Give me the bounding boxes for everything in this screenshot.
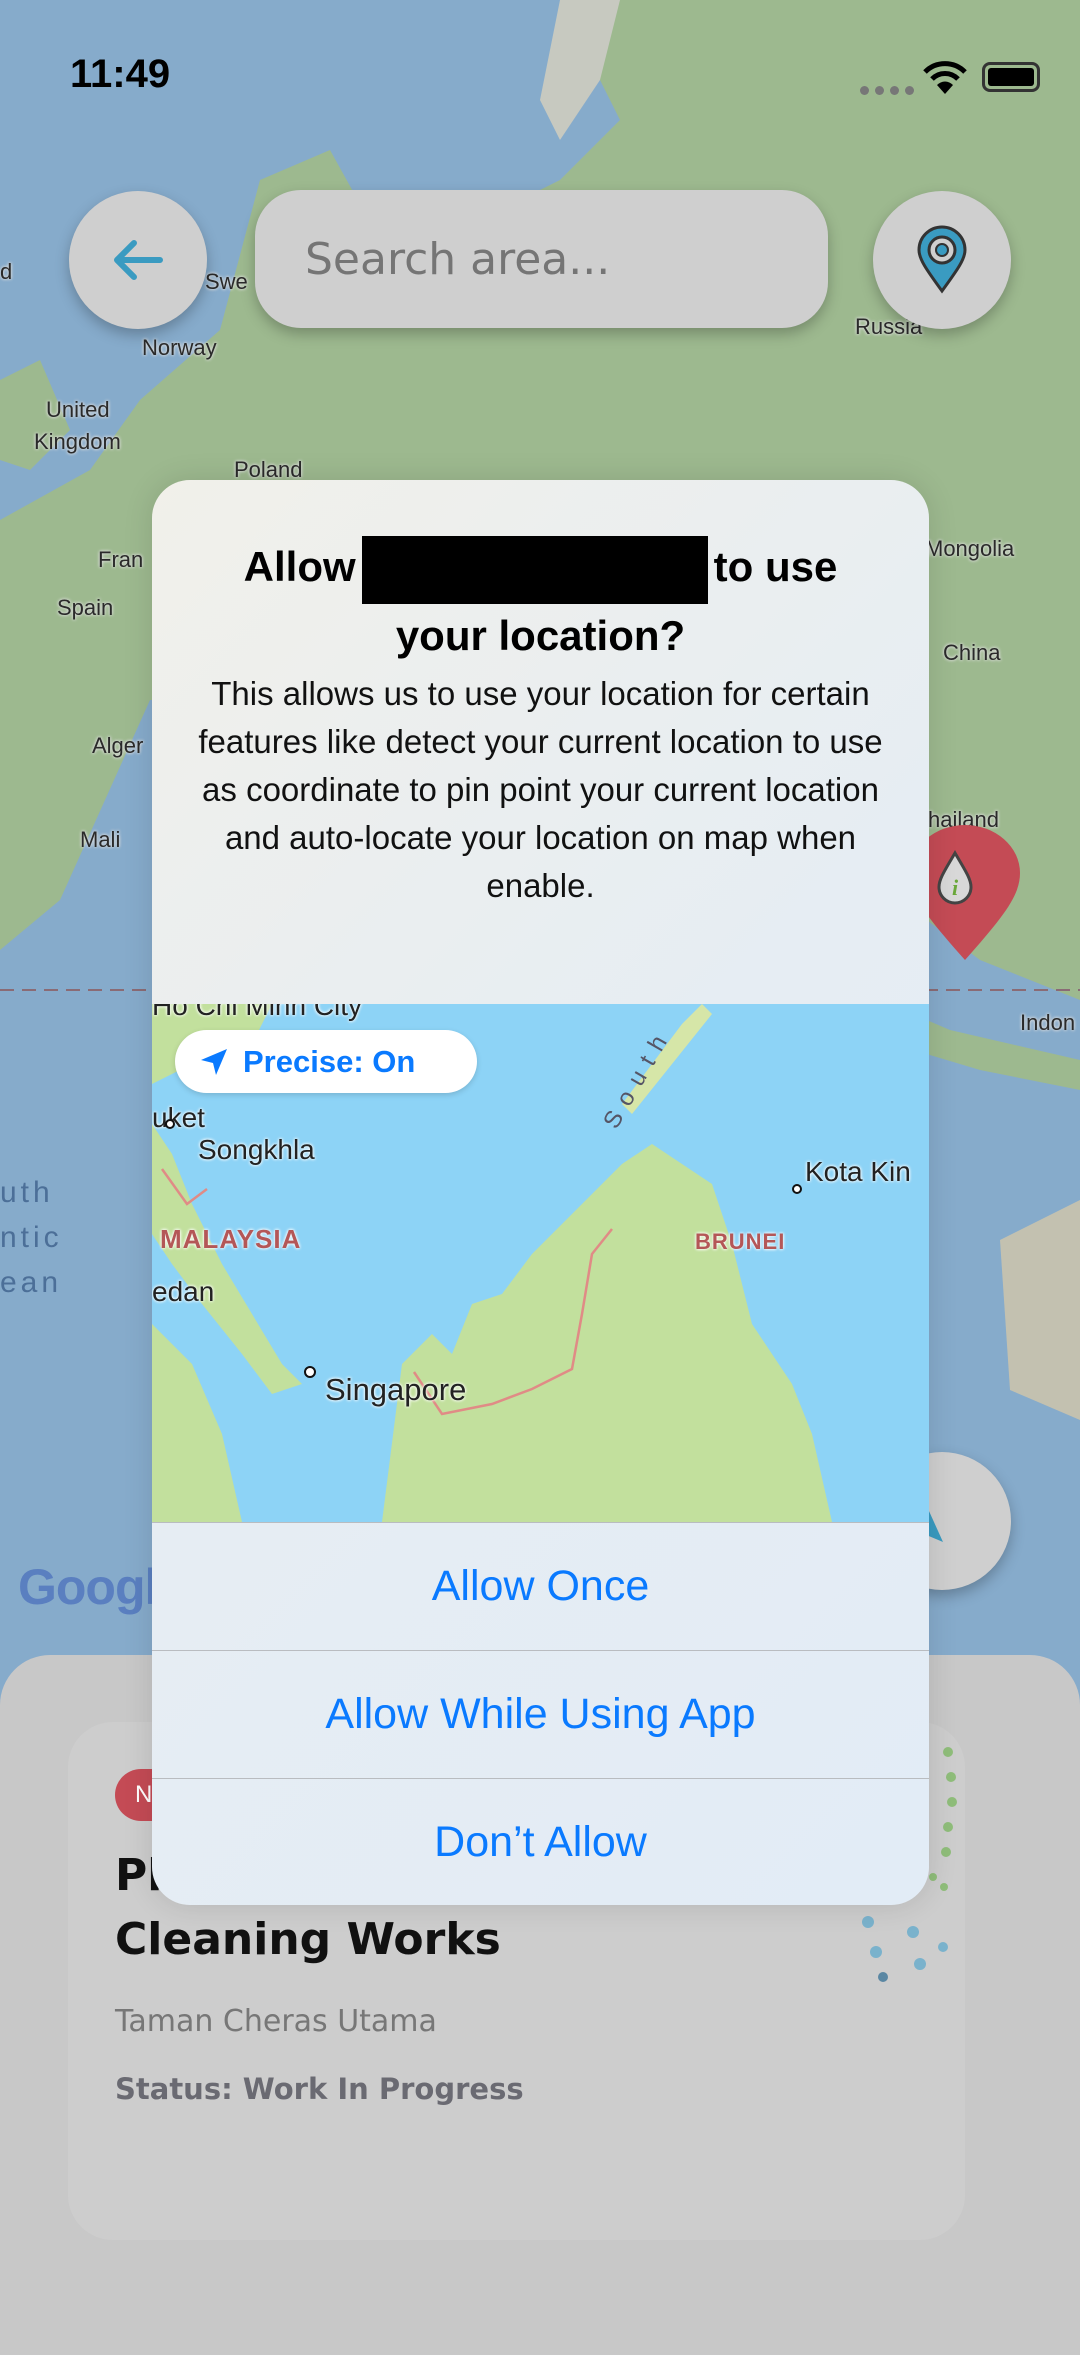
svg-text:i: i [952,875,959,900]
precise-label: Precise: On [243,1043,416,1079]
ocean-label: ean [0,1266,63,1299]
redacted-app-name [361,535,708,604]
card-status: Status: Work In Progress [115,2072,524,2106]
dialog-title: Allow to use your location? [152,535,929,668]
title-prefix: Allow [243,543,356,590]
map-label: Ho Chi Minh City [152,1004,363,1021]
back-button[interactable] [69,191,207,329]
allow-while-using-button[interactable]: Allow While Using App [152,1650,929,1778]
signal-dots-icon [860,86,914,95]
my-location-button[interactable] [873,191,1011,329]
map-label: Mali [80,827,121,852]
map-label: Fran [98,547,144,572]
title-line2: your location? [395,611,686,659]
arrow-left-icon [114,240,163,280]
dont-allow-button[interactable]: Don’t Allow [152,1778,929,1905]
map-label: Singapore [325,1372,467,1407]
map-label: Swe [205,269,248,294]
map-label: Songkhla [198,1134,315,1165]
precise-toggle[interactable]: Precise: On [175,1030,477,1093]
map-pin-target-icon [917,225,967,294]
battery-icon [982,62,1040,92]
precise-location-map: Ho Chi Minh City uket Songkhla MALAYSIA … [152,1004,929,1522]
location-arrow-icon [201,1048,227,1075]
search-input[interactable] [255,190,828,328]
ocean-label: uth [0,1176,54,1209]
map-label: BRUNEI [695,1229,786,1254]
dialog-message: This allows us to use your location for … [198,675,883,904]
map-label: Poland [234,457,303,482]
map-label: Alger [92,733,144,758]
map-label: Indon [1020,1010,1076,1035]
map-label: MALAYSIA [160,1224,302,1254]
map-label: Kingdom [34,429,121,454]
map-label: Mongolia [925,536,1015,561]
allow-once-button[interactable]: Allow Once [152,1522,929,1650]
map-label: Spain [57,595,114,620]
status-time: 11:49 [70,52,171,96]
map-label: uket [152,1102,205,1133]
title-suffix: to use [713,543,838,590]
card-title-line2: Cleaning Works [115,1914,501,1965]
map-label: Norway [142,335,217,360]
card-location: Taman Cheras Utama [115,2004,437,2039]
map-label: United [46,397,110,422]
map-label: d [0,259,13,284]
map-label: Kota Kin [805,1156,911,1187]
wifi-icon [923,61,967,94]
map-label: China [943,640,1001,665]
map-label: edan [152,1276,215,1307]
location-permission-dialog: Allow to use your location? This allows u… [152,480,929,1905]
ocean-label: ntic [0,1221,63,1254]
